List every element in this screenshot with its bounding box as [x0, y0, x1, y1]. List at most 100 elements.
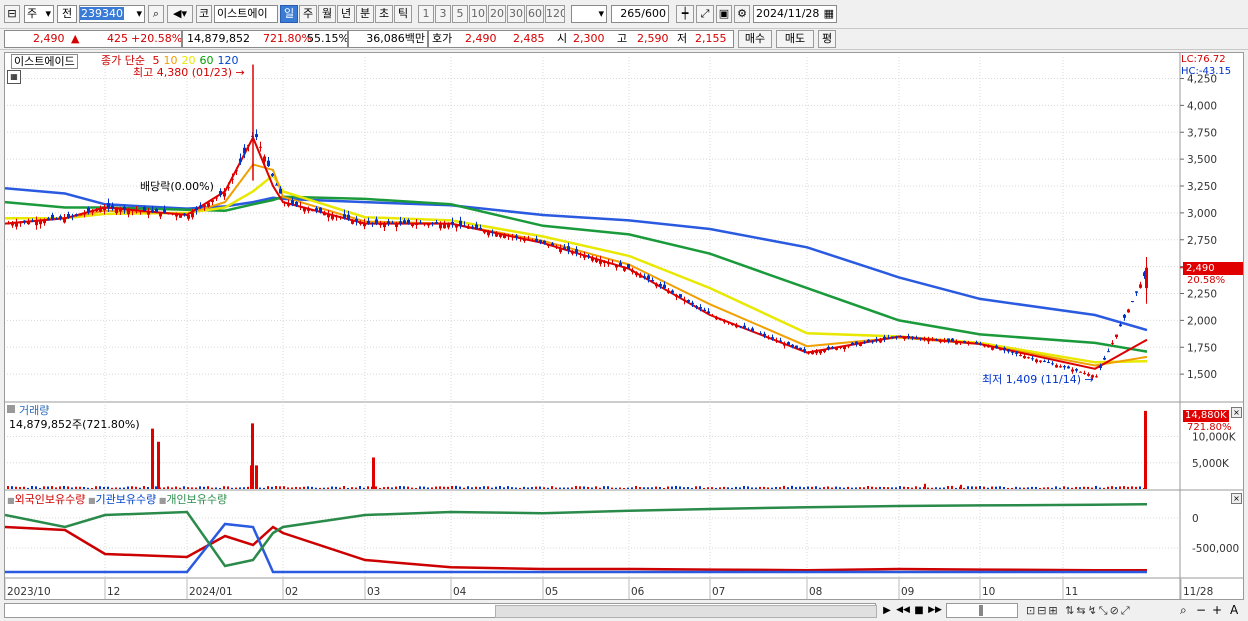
volume-bar [939, 487, 941, 489]
font-size-icon[interactable]: A [1230, 603, 1238, 618]
gear-icon[interactable]: ⚙ [734, 5, 750, 23]
candle-body [887, 337, 890, 339]
candle-body [383, 223, 386, 228]
line-tool-icon[interactable]: ⤢ [696, 5, 714, 23]
volume-spike [372, 457, 375, 489]
zoom-slider-handle[interactable] [979, 605, 983, 616]
market-select[interactable]: 주 ▾ [24, 5, 54, 23]
mode-button[interactable]: 코 [196, 5, 212, 23]
volume-bar [623, 487, 625, 489]
stop-icon[interactable]: ■ [912, 603, 926, 618]
scroll-right-icon[interactable]: ▶ [880, 603, 894, 618]
volume-bar [275, 485, 277, 489]
stock-name-tab[interactable]: 이스트에이드 [11, 54, 78, 69]
count-input[interactable]: 265/600 [611, 5, 669, 23]
candle-body [1139, 284, 1142, 288]
forward-icon[interactable]: ▶▶ [928, 603, 942, 618]
pane-handle-icon[interactable] [7, 405, 15, 413]
candle-body [343, 214, 346, 218]
interval-button-4[interactable]: 20 [488, 5, 506, 23]
period-button-1[interactable]: 주 [299, 5, 317, 23]
price-tick-label: 3,500 [1187, 154, 1217, 166]
sell-button[interactable]: 매도 [776, 30, 814, 48]
stock-name: 이스트에이 [214, 5, 278, 23]
zoom-search-icon[interactable]: ⌕ [1180, 603, 1187, 618]
period-button-5[interactable]: 초 [375, 5, 393, 23]
candle-body [187, 215, 190, 219]
close-icon[interactable]: × [1231, 407, 1242, 418]
period-button-2[interactable]: 월 [318, 5, 336, 23]
volume-bar [967, 486, 969, 489]
interval-button-5[interactable]: 30 [507, 5, 525, 23]
volume-bar [683, 487, 685, 489]
candle-body [923, 338, 926, 340]
candle-body [483, 230, 486, 233]
volume-bar [435, 486, 437, 489]
candle-body [751, 328, 754, 331]
volume-bar [807, 486, 809, 489]
chart-area[interactable]: 4,2504,0003,7503,5003,2503,0002,7502,500… [4, 52, 1244, 600]
period-button-6[interactable]: 틱 [394, 5, 412, 23]
close-icon[interactable]: × [1231, 493, 1242, 504]
volume-bar [1135, 486, 1137, 489]
buy-button[interactable]: 매수 [738, 30, 772, 48]
search-icon[interactable]: ⌕ [148, 5, 164, 23]
candle-body [339, 216, 342, 218]
zoom-in-icon[interactable]: + [1212, 603, 1222, 618]
interval-button-6[interactable]: 60 [526, 5, 544, 23]
candle-icon[interactable]: ┿ [676, 5, 694, 23]
volume-bar [299, 487, 301, 489]
volume-bar [183, 486, 185, 489]
candle-body [707, 311, 710, 314]
zoom-out-icon[interactable]: − [1196, 603, 1206, 618]
scroll-thumb[interactable] [495, 605, 877, 618]
volume-spike [255, 465, 258, 489]
date-input[interactable]: 2024/11/28 ▦ [753, 5, 837, 23]
volume-bar [399, 486, 401, 489]
sound-icon[interactable]: ◀▾ [167, 5, 193, 23]
interval-button-1[interactable]: 3 [435, 5, 451, 23]
candle-body [375, 219, 378, 224]
volume-bar [43, 486, 45, 489]
zoom-slider[interactable] [946, 603, 1018, 618]
open-label: 시 [557, 32, 568, 45]
interval-input[interactable]: ▾ [571, 5, 607, 23]
volume-bar [1099, 487, 1101, 489]
candle-body [603, 260, 606, 264]
candle-body [803, 349, 806, 352]
candle-body [867, 339, 870, 343]
volume-bar [835, 486, 837, 489]
eval-button[interactable]: 평 [818, 30, 836, 48]
volume-spike [1144, 410, 1147, 489]
volume-bar [407, 486, 409, 489]
interval-button-7[interactable]: 120 [545, 5, 565, 23]
volume-bar [491, 487, 493, 489]
layout-icon[interactable]: ⊟ [4, 5, 20, 23]
candle-body [615, 264, 618, 268]
candle-body [203, 205, 206, 207]
interval-button-3[interactable]: 10 [469, 5, 487, 23]
chart-scrollbar[interactable] [4, 603, 877, 618]
grid-icon[interactable]: ▦ [7, 70, 21, 84]
volume-bar [247, 486, 249, 489]
scope-select[interactable]: 전 [57, 5, 77, 23]
candle-body [623, 266, 626, 271]
volume-bar [359, 486, 361, 489]
interval-button-0[interactable]: 1 [418, 5, 434, 23]
volume-bar [1139, 486, 1141, 489]
chart-tools-icons[interactable]: ⊡⊟⊞ ⇅⇆↯⤡⊘⤢ [1026, 603, 1132, 618]
volume-bar [467, 486, 469, 489]
volume-bar [459, 486, 461, 489]
volume-bar [439, 486, 441, 489]
candle-body [1015, 352, 1018, 354]
interval-button-2[interactable]: 5 [452, 5, 468, 23]
period-button-0[interactable]: 일 [280, 5, 298, 23]
code-input[interactable]: 239340 ▾ [79, 5, 145, 23]
candle-body [1011, 351, 1014, 353]
period-button-4[interactable]: 분 [356, 5, 374, 23]
volume-bar [779, 487, 781, 489]
rewind-icon[interactable]: ◀◀ [896, 603, 910, 618]
save-icon[interactable]: ▣ [716, 5, 732, 23]
period-button-3[interactable]: 년 [337, 5, 355, 23]
volume-bar [1115, 487, 1117, 489]
